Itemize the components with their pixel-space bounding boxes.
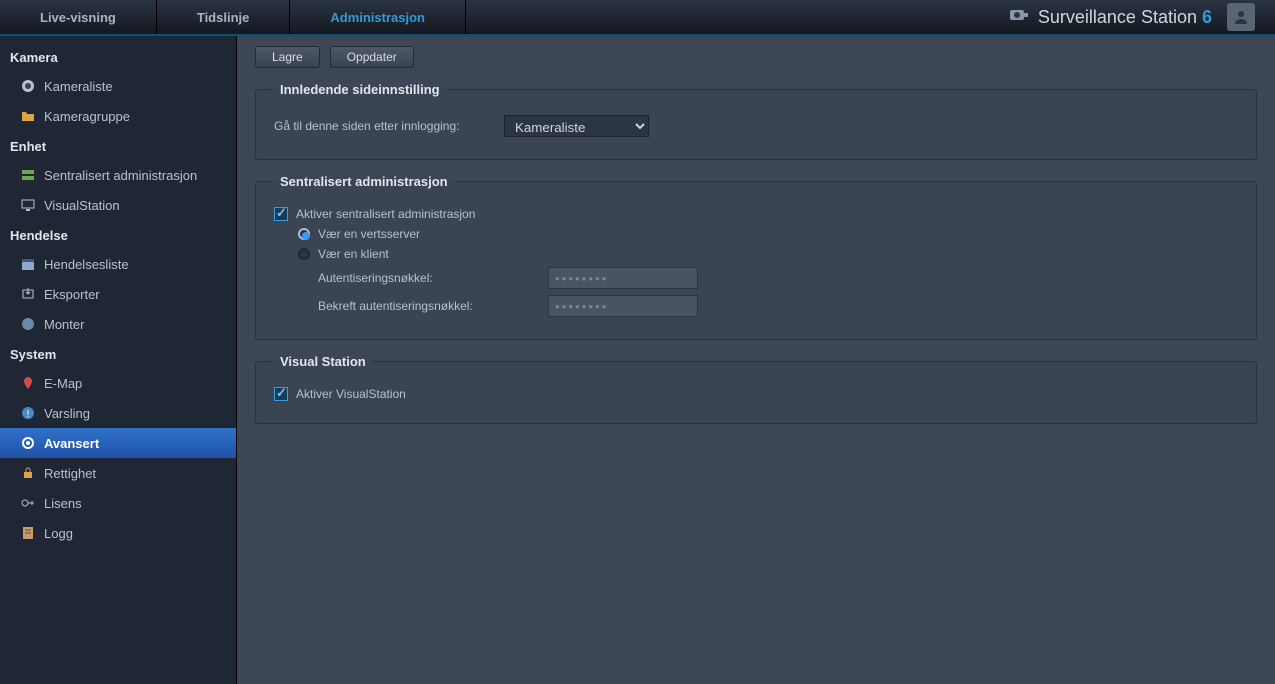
sidebar-item-mount[interactable]: Monter (0, 309, 236, 339)
user-icon[interactable] (1227, 3, 1255, 31)
enable-visualstation-label: Aktiver VisualStation (296, 387, 406, 401)
alert-icon: ! (20, 405, 36, 421)
sidebar-item-label: Kameragruppe (44, 109, 130, 124)
enable-central-checkbox[interactable] (274, 207, 288, 221)
confirm-authkey-input[interactable] (548, 295, 698, 317)
sidebar-header-system: System (0, 339, 236, 368)
sidebar-item-label: Monter (44, 317, 84, 332)
calendar-icon (20, 256, 36, 272)
sidebar-header-camera: Kamera (0, 42, 236, 71)
mount-icon (20, 316, 36, 332)
tab-live-view[interactable]: Live-visning (0, 0, 157, 34)
tab-administration[interactable]: Administrasjon (290, 0, 466, 34)
sidebar-item-label: Kameraliste (44, 79, 113, 94)
brand-version: 6 (1202, 7, 1212, 28)
enable-visualstation-checkbox[interactable] (274, 387, 288, 401)
client-radio[interactable] (298, 248, 310, 260)
enable-central-label: Aktiver sentralisert administrasjon (296, 207, 475, 221)
topnav: Live-visning Tidslinje Administrasjon (0, 0, 466, 34)
sidebar-item-label: Eksporter (44, 287, 100, 302)
sidebar-item-advanced[interactable]: Avansert (0, 428, 236, 458)
topbar: Live-visning Tidslinje Administrasjon Su… (0, 0, 1275, 36)
panel-legend: Innledende sideinnstilling (274, 82, 446, 97)
confirm-authkey-label: Bekreft autentiseringsnøkkel: (318, 299, 548, 313)
brand-text: Surveillance Station (1038, 7, 1197, 28)
sidebar-item-label: Rettighet (44, 466, 96, 481)
camera-logo-icon (1008, 6, 1030, 29)
goto-select[interactable]: Kameraliste (504, 115, 649, 137)
sidebar-item-visualstation[interactable]: VisualStation (0, 190, 236, 220)
monitor-icon (20, 197, 36, 213)
svg-text:!: ! (27, 409, 30, 420)
goto-label: Gå til denne siden etter innlogging: (274, 119, 504, 133)
sidebar-item-log[interactable]: Logg (0, 518, 236, 548)
sidebar-item-export[interactable]: Eksporter (0, 279, 236, 309)
panel-visual-station: Visual Station Aktiver VisualStation (255, 354, 1257, 424)
sidebar-item-label: Lisens (44, 496, 82, 511)
sidebar-item-notification[interactable]: ! Varsling (0, 398, 236, 428)
sidebar-item-label: Logg (44, 526, 73, 541)
sidebar-item-emap[interactable]: E-Map (0, 368, 236, 398)
brand: Surveillance Station 6 (1008, 3, 1275, 31)
pin-icon (20, 375, 36, 391)
sidebar-item-camera-group[interactable]: Kameragruppe (0, 101, 236, 131)
lock-icon (20, 465, 36, 481)
update-button[interactable]: Oppdater (330, 46, 414, 68)
sidebar-item-label: VisualStation (44, 198, 120, 213)
save-button[interactable]: Lagre (255, 46, 320, 68)
main: Kamera Kameraliste Kameragruppe Enhet Se… (0, 36, 1275, 684)
camera-icon (20, 78, 36, 94)
host-radio[interactable] (298, 228, 310, 240)
gear-icon (20, 435, 36, 451)
sidebar-item-privilege[interactable]: Rettighet (0, 458, 236, 488)
sidebar-header-event: Hendelse (0, 220, 236, 249)
panel-initial-page: Innledende sideinnstilling Gå til denne … (255, 82, 1257, 160)
client-label: Vær en klient (318, 247, 389, 261)
tab-timeline[interactable]: Tidslinje (157, 0, 291, 34)
key-icon (20, 495, 36, 511)
sidebar-item-license[interactable]: Lisens (0, 488, 236, 518)
sidebar-header-device: Enhet (0, 131, 236, 160)
server-icon (20, 167, 36, 183)
authkey-input[interactable] (548, 267, 698, 289)
sidebar-item-label: Avansert (44, 436, 99, 451)
panel-central-admin: Sentralisert administrasjon Aktiver sent… (255, 174, 1257, 340)
authkey-label: Autentiseringsnøkkel: (318, 271, 548, 285)
content: Lagre Oppdater Innledende sideinnstillin… (237, 36, 1275, 684)
sidebar-item-label: Sentralisert administrasjon (44, 168, 197, 183)
export-icon (20, 286, 36, 302)
panel-legend: Sentralisert administrasjon (274, 174, 454, 189)
sidebar-item-camera-list[interactable]: Kameraliste (0, 71, 236, 101)
panel-legend: Visual Station (274, 354, 372, 369)
sidebar: Kamera Kameraliste Kameragruppe Enhet Se… (0, 36, 237, 684)
log-icon (20, 525, 36, 541)
sidebar-item-label: E-Map (44, 376, 82, 391)
toolbar: Lagre Oppdater (255, 46, 1257, 68)
folder-icon (20, 108, 36, 124)
sidebar-item-central-admin[interactable]: Sentralisert administrasjon (0, 160, 236, 190)
sidebar-item-label: Varsling (44, 406, 90, 421)
host-label: Vær en vertsserver (318, 227, 420, 241)
sidebar-item-label: Hendelsesliste (44, 257, 129, 272)
sidebar-item-event-list[interactable]: Hendelsesliste (0, 249, 236, 279)
